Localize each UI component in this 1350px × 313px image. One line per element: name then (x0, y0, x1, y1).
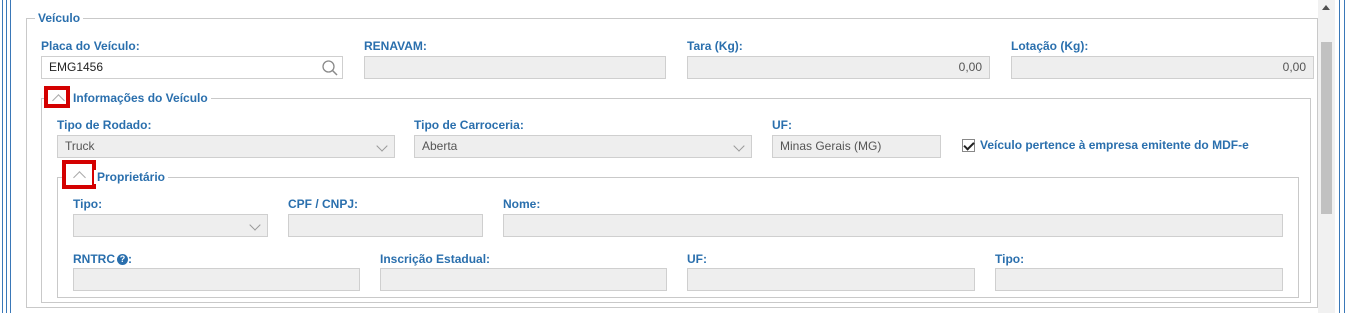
inscricao-estadual-label: Inscrição Estadual: (380, 252, 491, 266)
lotacao-label: Lotação (Kg): (1011, 39, 1089, 53)
tipo-rodado-label: Tipo de Rodado: (57, 118, 152, 132)
rntrc-input[interactable] (73, 268, 360, 291)
scroll-up-arrow-icon[interactable] (1322, 5, 1330, 10)
proprietario-legend: Proprietário (94, 170, 169, 184)
lotacao-input[interactable]: 0,00 (1011, 56, 1314, 79)
chevron-down-icon (733, 140, 745, 152)
rntrc-label-text: RNTRC (73, 252, 115, 266)
pertence-empresa-label: Veículo pertence à empresa emitente do M… (980, 138, 1249, 152)
nome-label: Nome: (503, 197, 541, 211)
pertence-empresa-checkbox[interactable] (962, 139, 975, 152)
prop-tipo-select[interactable] (73, 214, 268, 237)
nome-input[interactable] (503, 214, 1283, 237)
frame-border-left-3 (10, 0, 11, 313)
prop-uf-label: UF: (687, 252, 707, 266)
prop-tipo2-input[interactable] (995, 268, 1283, 291)
renavam-label: RENAVAM: (364, 39, 427, 53)
cpf-cnpj-input[interactable] (288, 214, 483, 237)
placa-label: Placa do Veículo: (41, 39, 140, 53)
rntrc-label: RNTRC?: (73, 252, 132, 266)
frame-border-left-2 (6, 0, 7, 313)
tipo-rodado-select[interactable]: Truck (57, 135, 395, 158)
tara-label: Tara (Kg): (687, 39, 743, 53)
chevron-up-icon (52, 94, 65, 107)
inscricao-estadual-input[interactable] (380, 268, 667, 291)
scrollbar-thumb[interactable] (1321, 42, 1332, 214)
cpf-cnpj-label: CPF / CNPJ: (288, 197, 359, 211)
chevron-down-icon (376, 140, 388, 152)
informacoes-legend: Informações do Veículo (70, 91, 211, 105)
tipo-carroceria-label: Tipo de Carroceria: (414, 118, 524, 132)
frame-border-left-1 (2, 0, 3, 313)
veiculo-legend: Veículo (35, 11, 84, 25)
rntrc-colon: : (128, 252, 132, 266)
chevron-up-icon (73, 171, 86, 184)
tara-input[interactable]: 0,00 (687, 56, 990, 79)
tipo-carroceria-value: Aberta (422, 139, 458, 153)
placa-input[interactable]: EMG1456 (41, 56, 343, 79)
vertical-scrollbar[interactable] (1318, 0, 1335, 313)
tipo-carroceria-select[interactable]: Aberta (414, 135, 752, 158)
help-icon[interactable]: ? (117, 254, 128, 266)
search-icon[interactable] (321, 59, 339, 77)
informacoes-collapse-button[interactable] (44, 86, 70, 108)
renavam-input[interactable] (364, 56, 666, 79)
uf-input[interactable]: Minas Gerais (MG) (772, 135, 941, 158)
frame-border-right-2 (1344, 0, 1345, 313)
tipo-rodado-value: Truck (65, 139, 95, 153)
placa-value: EMG1456 (49, 60, 104, 74)
uf-label: UF: (772, 118, 792, 132)
prop-tipo-label: Tipo: (73, 197, 103, 211)
proprietario-collapse-button[interactable] (62, 160, 96, 189)
chevron-down-icon (249, 219, 261, 231)
frame-border-right-1 (1339, 0, 1340, 313)
prop-uf-input[interactable] (687, 268, 975, 291)
prop-tipo2-label: Tipo: (995, 252, 1025, 266)
